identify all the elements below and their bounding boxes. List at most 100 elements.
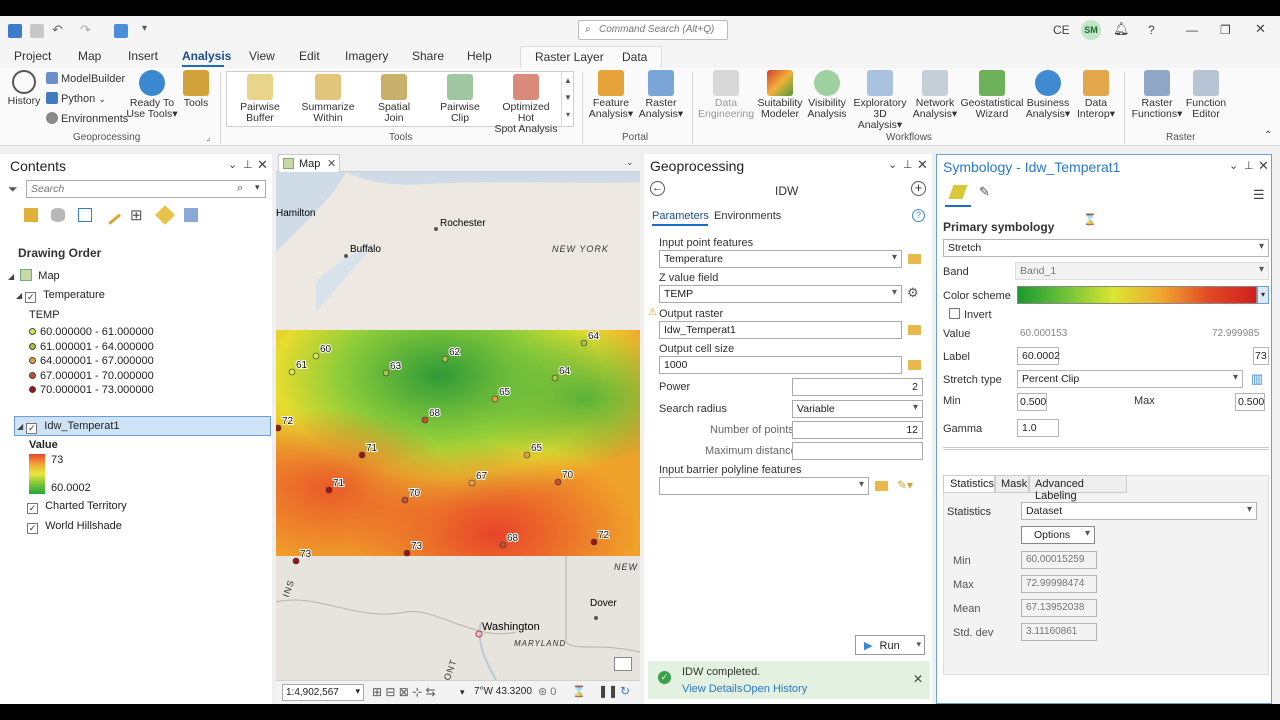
masking-tab-icon[interactable]: ✎	[979, 184, 990, 200]
data-engineering-button[interactable]: Data Engineering	[698, 70, 754, 120]
dismiss-banner-icon[interactable]: ✕	[913, 672, 923, 686]
pin-icon[interactable]: ⊥	[243, 158, 253, 171]
bell-icon[interactable]: 🔔︎	[1113, 21, 1130, 37]
input-point-features-dropdown[interactable]: Temperature	[659, 250, 902, 268]
python-button[interactable]: Python ⌄	[46, 92, 106, 105]
tab-parameters[interactable]: Parameters	[652, 210, 709, 222]
tab-map[interactable]: Map	[78, 49, 101, 63]
list-by-drawing-order-icon[interactable]	[24, 208, 38, 222]
save-icon[interactable]	[30, 24, 44, 38]
temperature-point[interactable]	[403, 549, 411, 557]
data-interop-button[interactable]: Data Interop▾	[1074, 70, 1118, 120]
browse-folder-icon[interactable]	[908, 325, 921, 335]
undo-icon[interactable]: ↶	[52, 22, 63, 38]
suitability-modeler-button[interactable]: Suitability Modeler	[754, 70, 806, 120]
hamburger-menu-icon[interactable]: ☰	[1253, 187, 1265, 203]
dialog-launcher-icon[interactable]: ⌟	[206, 132, 210, 143]
pane-options-icon[interactable]: ⌄	[888, 158, 897, 171]
tab-insert[interactable]: Insert	[128, 49, 158, 63]
close-pane-icon[interactable]: ✕	[257, 157, 268, 173]
temperature-point[interactable]	[441, 355, 449, 363]
coord-dropdown-icon[interactable]: ▾	[460, 687, 465, 698]
summarize-within-tool[interactable]: Summarize Within	[299, 74, 357, 124]
environments-button[interactable]: Environments	[46, 112, 128, 125]
temperature-point[interactable]	[382, 369, 390, 377]
map-canvas[interactable]: 60 61 63 62 64 64 65 68 65 72 71 71 70 67 70 73 68 72 73 H…	[276, 172, 640, 680]
color-scheme-ramp[interactable]	[1017, 286, 1257, 304]
tab-data[interactable]: Data	[622, 50, 647, 64]
histogram-icon[interactable]: ▥	[1251, 371, 1263, 387]
expand-icon[interactable]: ◢	[17, 422, 23, 431]
temperature-point[interactable]	[292, 557, 300, 565]
tab-advanced-labeling[interactable]: Advanced Labeling	[1029, 475, 1127, 502]
refresh-map-icon[interactable]: ↻	[620, 684, 630, 698]
visibility-analysis-button[interactable]: Visibility Analysis	[806, 70, 848, 120]
charted-territory-item[interactable]: ✓ Charted Territory	[27, 500, 127, 514]
collapse-ribbon-icon[interactable]: ⌃	[1264, 130, 1272, 141]
pin-icon[interactable]: ⊥	[1244, 159, 1254, 172]
world-hillshade-item[interactable]: ✓ World Hillshade	[27, 520, 122, 534]
renderer-dropdown[interactable]: Stretch	[943, 239, 1269, 257]
temperature-point[interactable]	[523, 451, 531, 459]
temperature-point[interactable]	[491, 395, 499, 403]
search-dropdown-icon[interactable]: ▾	[255, 182, 260, 193]
customize-quick-access-icon[interactable]: ▾	[142, 23, 147, 34]
filter-icon[interactable]: ⏷	[8, 182, 18, 197]
geostatistical-wizard-button[interactable]: Geostatistical Wizard	[960, 70, 1024, 120]
feature-analysis-button[interactable]: Feature Analysis▾	[586, 70, 636, 120]
browse-folder-icon[interactable]	[908, 360, 921, 370]
list-by-snapping-icon[interactable]: ⊞	[130, 206, 143, 224]
function-editor-button[interactable]: Function Editor	[1184, 70, 1228, 120]
temperature-layer-item[interactable]: ◢ ✓ Temperature	[16, 289, 105, 303]
avatar[interactable]: SM	[1081, 20, 1101, 40]
history-button[interactable]: History	[6, 70, 42, 107]
hillshade-visibility-checkbox[interactable]: ✓	[27, 523, 38, 534]
refresh-icon[interactable]: ⌛	[572, 685, 586, 698]
power-input[interactable]: 2	[792, 378, 923, 396]
project-icon[interactable]	[8, 24, 22, 38]
barrier-features-dropdown[interactable]	[659, 477, 869, 495]
browse-folder-icon[interactable]	[875, 481, 888, 491]
expand-icon[interactable]: ◢	[8, 272, 14, 281]
temperature-point[interactable]	[276, 424, 282, 432]
list-by-perspective-icon[interactable]	[184, 208, 198, 222]
nav-tools-icons[interactable]: ⊞ ⊟ ⊠ ⊹ ⇆	[372, 685, 436, 699]
minimize-icon[interactable]: —	[1186, 23, 1198, 37]
help-icon[interactable]: ?	[1148, 23, 1155, 37]
min-input[interactable]: 0.500	[1017, 393, 1047, 411]
list-by-labeling-icon[interactable]	[155, 205, 175, 225]
map-tree-item[interactable]: ◢ Map	[8, 269, 60, 282]
selected-features-icon[interactable]: ⊛ 0	[538, 685, 556, 698]
redo-icon[interactable]: ↷	[80, 22, 91, 38]
max-input[interactable]: 0.500	[1235, 393, 1265, 411]
raster-analysis-portal-button[interactable]: Raster Analysis▾	[636, 70, 686, 120]
color-scheme-dropdown-icon[interactable]: ▾	[1257, 286, 1269, 304]
maximum-distance-input[interactable]	[792, 442, 923, 460]
close-pane-icon[interactable]: ✕	[917, 157, 928, 173]
list-by-editing-icon[interactable]	[101, 205, 121, 225]
expand-icon[interactable]: ◢	[16, 291, 22, 300]
folder-icon[interactable]	[114, 24, 128, 38]
tab-imagery[interactable]: Imagery	[345, 49, 388, 63]
restore-icon[interactable]: ❐	[1220, 23, 1231, 37]
temperature-point[interactable]	[358, 451, 366, 459]
gamma-input[interactable]: 1.0	[1017, 419, 1059, 437]
temperature-point[interactable]	[580, 339, 588, 347]
temperature-point[interactable]	[421, 416, 429, 424]
temperature-point[interactable]	[312, 352, 320, 360]
charted-visibility-checkbox[interactable]: ✓	[27, 503, 38, 514]
tab-edit[interactable]: Edit	[299, 49, 320, 63]
add-icon[interactable]: +	[911, 181, 926, 196]
contents-search-input[interactable]: Search ⌕ ▾	[26, 180, 266, 198]
output-cell-size-input[interactable]: 1000	[659, 356, 902, 374]
tools-button[interactable]: Tools	[180, 70, 212, 109]
statistics-dropdown[interactable]: Dataset	[1021, 502, 1257, 520]
tab-help[interactable]: Help	[467, 49, 492, 63]
command-search-input[interactable]: ⌕ Command Search (Alt+Q)	[578, 20, 728, 40]
raster-functions-button[interactable]: Raster Functions▾	[1130, 70, 1184, 120]
pane-options-icon[interactable]: ⌄	[1229, 159, 1238, 172]
sketch-pencil-icon[interactable]: ✎▾	[897, 478, 913, 492]
tab-raster-layer[interactable]: Raster Layer	[535, 50, 604, 64]
pane-options-icon[interactable]: ⌄	[228, 158, 237, 171]
tab-list-icon[interactable]: ⌄	[626, 157, 634, 168]
